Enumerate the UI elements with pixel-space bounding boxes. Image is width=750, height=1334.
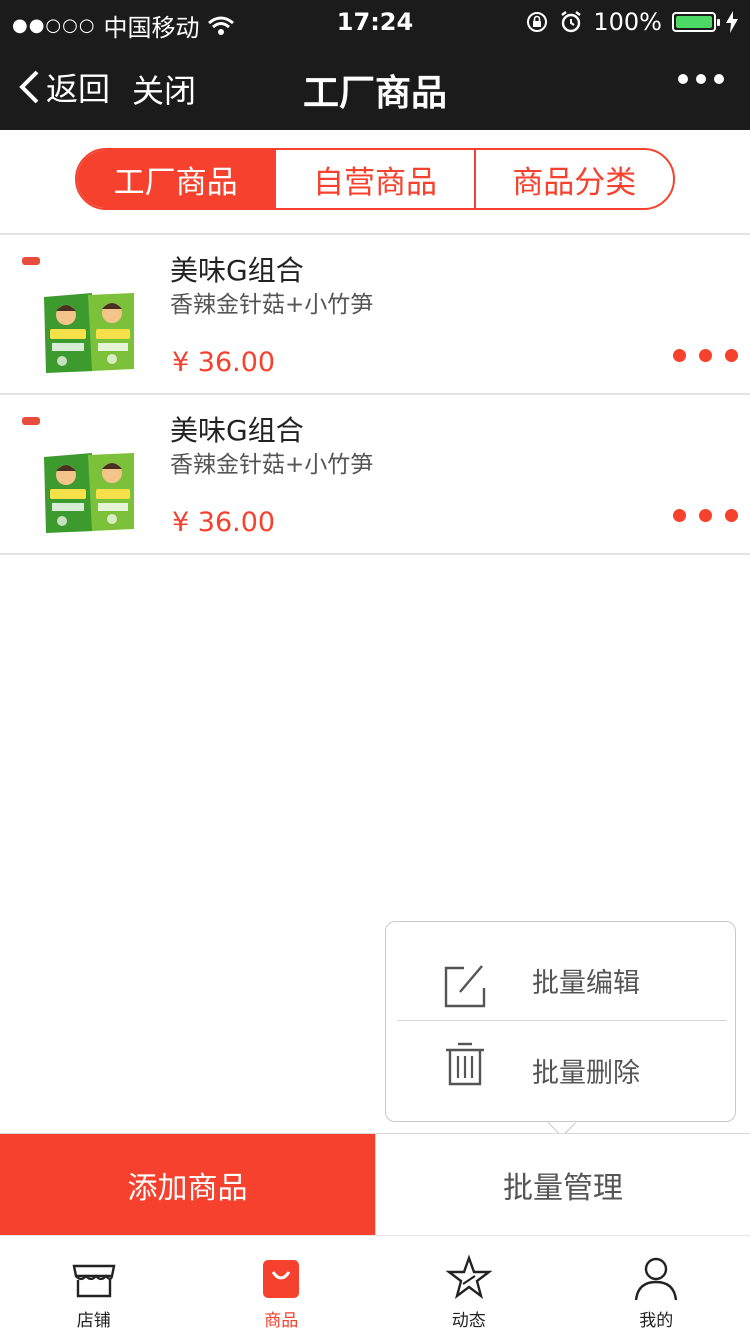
tab-label: 动态 — [451, 1311, 486, 1331]
tab-bar: 店铺 商品 动态 我的 — [0, 1235, 750, 1334]
tab-label: 我的 — [639, 1311, 674, 1331]
product-price: ¥ 36.00 — [172, 347, 276, 378]
product-name: 美味G组合 — [170, 414, 304, 447]
nav-bar: 返回 关闭 工厂商品 — [0, 44, 750, 130]
segmented-tabs: 工厂商品 自营商品 商品分类 — [75, 148, 675, 210]
batch-delete-item[interactable]: 批量删除 — [386, 1022, 737, 1118]
more-dot-icon — [725, 349, 738, 362]
more-dot-icon — [714, 74, 724, 84]
more-dot-icon — [699, 509, 712, 522]
bag-icon — [263, 1260, 300, 1298]
close-button[interactable]: 关闭 — [132, 66, 196, 112]
batch-popup-menu: 批量编辑 批量删除 — [385, 921, 736, 1122]
charging-icon — [726, 11, 738, 33]
rotation-lock-icon — [527, 12, 548, 32]
page-title: 工厂商品 — [302, 73, 447, 114]
star-icon — [445, 1254, 493, 1300]
batch-delete-label: 批量删除 — [532, 1057, 640, 1089]
store-icon — [72, 1264, 116, 1298]
user-icon — [635, 1257, 678, 1301]
tab-product-categories[interactable]: 商品分类 — [473, 150, 673, 208]
add-product-button[interactable]: 添加商品 — [0, 1134, 375, 1235]
status-right: 100% — [525, 8, 738, 36]
more-dot-icon — [678, 74, 688, 84]
more-dot-icon — [696, 74, 706, 84]
product-more-button[interactable] — [673, 509, 738, 522]
batch-edit-label: 批量编辑 — [532, 967, 640, 999]
batch-edit-item[interactable]: 批量编辑 — [386, 932, 737, 1028]
product-description: 香辣金针菇+小竹笋 — [170, 292, 374, 318]
tab-activity[interactable]: 动态 — [375, 1236, 563, 1334]
more-dot-icon — [673, 349, 686, 362]
battery-percent: 100% — [593, 8, 662, 36]
status-bar: ●●○○○ 中国移动 17:24 100% — [0, 0, 750, 44]
product-item[interactable]: 美味G组合 香辣金针菇+小竹笋 ¥ 36.00 — [0, 235, 750, 395]
product-image — [22, 257, 134, 373]
product-price: ¥ 36.00 — [172, 507, 276, 538]
edit-icon — [444, 965, 486, 1008]
more-dot-icon — [673, 509, 686, 522]
product-item[interactable]: 美味G组合 香辣金针菇+小竹笋 ¥ 36.00 — [0, 395, 750, 555]
batch-manage-button[interactable]: 批量管理 — [375, 1134, 750, 1235]
battery-icon — [672, 12, 720, 32]
tab-own-products[interactable]: 自营商品 — [274, 150, 473, 208]
tab-mine[interactable]: 我的 — [563, 1236, 750, 1334]
tab-label: 商品 — [264, 1311, 299, 1331]
tab-store[interactable]: 店铺 — [0, 1236, 188, 1334]
chevron-left-icon — [19, 70, 39, 104]
back-button[interactable]: 返回 — [18, 64, 110, 110]
tab-products[interactable]: 商品 — [188, 1236, 376, 1334]
product-name: 美味G组合 — [170, 254, 304, 287]
alarm-icon — [561, 11, 582, 33]
more-options-button[interactable] — [678, 74, 724, 84]
more-dot-icon — [725, 509, 738, 522]
trash-icon — [446, 1042, 484, 1086]
back-label: 返回 — [46, 70, 111, 108]
tab-factory-products[interactable]: 工厂商品 — [77, 150, 275, 208]
product-list: 美味G组合 香辣金针菇+小竹笋 ¥ 36.00 美味G组合 香辣金针菇+小竹笋 … — [0, 235, 750, 555]
product-description: 香辣金针菇+小竹笋 — [170, 452, 374, 478]
popup-divider — [398, 1020, 727, 1021]
action-bar: 添加商品 批量管理 — [0, 1133, 750, 1235]
more-dot-icon — [699, 349, 712, 362]
tab-label: 店铺 — [76, 1311, 111, 1331]
product-image — [22, 417, 134, 533]
product-more-button[interactable] — [673, 349, 738, 362]
